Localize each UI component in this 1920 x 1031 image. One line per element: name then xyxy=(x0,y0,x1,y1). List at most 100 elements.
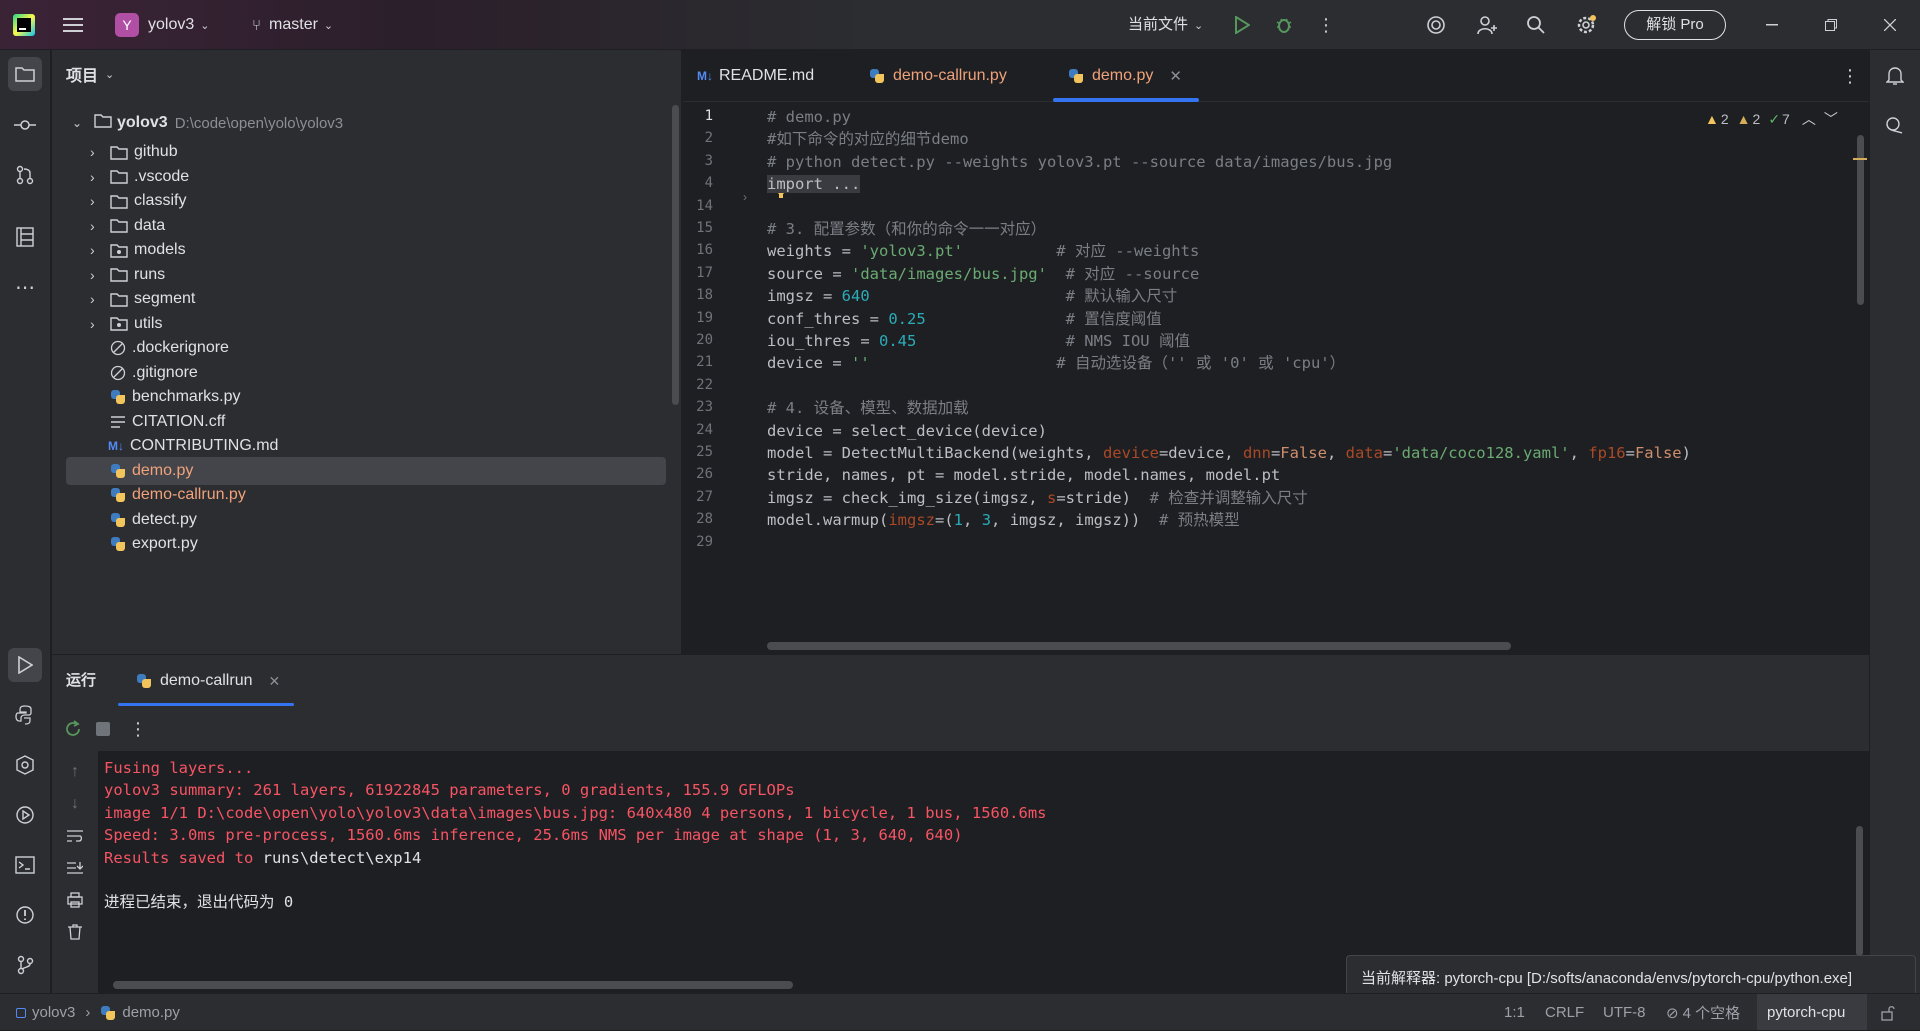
tree-root[interactable]: ⌄ yolov3 D:\code\open\yolo\yolov3 xyxy=(66,108,666,138)
inspection-widget[interactable]: ▲ 2 ▲ 2 ✓ 7 ︿ ﹀ xyxy=(1705,108,1838,130)
code-line: # python detect.py --weights yolov3.pt -… xyxy=(767,151,1392,173)
add-user-icon[interactable] xyxy=(1475,13,1499,37)
console-scrollbar-vertical[interactable] xyxy=(1856,826,1863,956)
arrow-down-icon[interactable]: ↓ xyxy=(64,793,86,815)
code-token: # NMS IOU 阈值 xyxy=(916,332,1190,350)
lock-icon: ⊘ xyxy=(1666,1004,1679,1022)
tab-readme[interactable]: M↓ README.md xyxy=(697,50,814,102)
tree-item-label: github xyxy=(134,143,178,160)
line-separator[interactable]: CRLF xyxy=(1545,994,1584,1031)
search-icon[interactable] xyxy=(1524,13,1548,37)
tree-item-label: .vscode xyxy=(134,167,190,185)
ai-chat-icon[interactable] xyxy=(1878,108,1912,142)
run-tool-icon[interactable] xyxy=(8,648,42,682)
run-config-label: 当前文件 xyxy=(1128,16,1189,33)
run-tab[interactable]: demo-callrun ✕ xyxy=(128,656,288,706)
code-token: dnn xyxy=(1242,444,1271,462)
tree-item[interactable]: export.py xyxy=(66,530,666,558)
project-panel-header[interactable]: 项目 ⌄ xyxy=(66,62,114,86)
branch-switcher[interactable]: ⑂ master ⌄ xyxy=(252,12,333,38)
tab-options-icon[interactable]: ⋮ xyxy=(1840,64,1860,88)
console-path-link[interactable]: runs\detect\exp14 xyxy=(263,849,422,867)
editor-scrollbar-horizontal[interactable] xyxy=(767,642,1511,650)
pull-requests-icon[interactable] xyxy=(8,158,42,192)
breadcrumb-file[interactable]: demo.py xyxy=(122,1004,180,1021)
soft-wrap-icon[interactable] xyxy=(64,825,86,847)
chevron-right-icon[interactable]: › xyxy=(90,193,102,209)
breadcrumb-project[interactable]: yolov3 xyxy=(32,1004,75,1021)
run-config-selector[interactable]: 当前文件 ⌄ xyxy=(1128,12,1203,38)
run-panel-title: 运行 xyxy=(66,672,97,689)
unlock-pro-button[interactable]: 解锁 Pro xyxy=(1624,10,1726,40)
arrow-up-icon[interactable]: ↑ xyxy=(64,761,86,783)
project-scrollbar[interactable] xyxy=(672,105,679,405)
chevron-right-icon[interactable]: › xyxy=(90,144,102,160)
close-tab-icon[interactable]: ✕ xyxy=(1169,67,1182,85)
notifications-bell-icon[interactable] xyxy=(1878,58,1912,92)
caret-position[interactable]: 1:1 xyxy=(1504,994,1525,1031)
chevron-right-icon[interactable]: › xyxy=(90,267,102,283)
editor-area: M↓ README.md demo-callrun.py demo.py ✕ ⋮… xyxy=(683,50,1869,654)
chevron-right-icon[interactable]: › xyxy=(90,169,102,185)
commit-icon[interactable] xyxy=(8,108,42,142)
chevron-right-icon[interactable]: › xyxy=(90,242,102,258)
editor-tabs: M↓ README.md demo-callrun.py demo.py ✕ ⋮ xyxy=(683,50,1869,102)
fold-arrow-icon[interactable]: › xyxy=(743,190,747,204)
git-icon[interactable] xyxy=(8,948,42,982)
code-view[interactable]: # demo.py #如下命令的对应的细节demo # python detect.… xyxy=(767,102,1867,654)
tree-item[interactable]: M↓ CONTRIBUTING.md xyxy=(66,432,666,460)
tab-demo-callrun[interactable]: demo-callrun.py xyxy=(869,50,1007,102)
code-token: False xyxy=(1634,444,1682,462)
scroll-to-end-icon[interactable] xyxy=(64,857,86,879)
terminal-icon[interactable] xyxy=(8,848,42,882)
services-icon[interactable] xyxy=(8,748,42,782)
line-number: 27 xyxy=(696,488,713,505)
project-folder-icon[interactable] xyxy=(8,57,42,91)
debug-icon[interactable] xyxy=(1272,13,1296,37)
project-switcher[interactable]: Y yolov3 ⌄ xyxy=(115,12,209,38)
services-run-icon[interactable] xyxy=(8,798,42,832)
tree-item-label: .gitignore xyxy=(132,363,198,381)
close-tab-icon[interactable]: ✕ xyxy=(268,673,280,690)
chevron-up-icon[interactable]: ︿ xyxy=(1802,109,1816,129)
chevron-right-icon[interactable]: › xyxy=(90,316,102,332)
console-scrollbar-horizontal[interactable] xyxy=(113,981,793,989)
rerun-icon[interactable] xyxy=(62,718,84,740)
app-logo-icon[interactable] xyxy=(12,13,36,37)
chevron-down-icon: ⌄ xyxy=(72,116,83,130)
structure-icon[interactable] xyxy=(8,220,42,254)
python-packages-icon[interactable] xyxy=(8,698,42,732)
more-options-icon[interactable]: ⋮ xyxy=(129,718,147,740)
code-line: # demo.py xyxy=(767,106,851,128)
readonly-toggle-icon[interactable] xyxy=(1880,994,1896,1031)
code-line: device = '' # 自动选设备（'' 或 '0' 或 'cpu'） xyxy=(767,352,1345,374)
code-token: # 检查并调整输入尺寸 xyxy=(1149,488,1308,507)
console-line: image 1/1 D:\code\open\yolo\yolov3\data\… xyxy=(104,803,1047,822)
interpreter-selector[interactable]: pytorch-cpu xyxy=(1757,994,1867,1030)
trash-icon[interactable] xyxy=(64,921,86,943)
code-token: , imgsz, imgsz)) xyxy=(991,511,1160,530)
print-icon[interactable] xyxy=(64,889,86,911)
more-tools-icon[interactable]: ⋯ xyxy=(8,270,42,304)
more-actions-icon[interactable]: ⋮ xyxy=(1316,13,1336,37)
chevron-right-icon[interactable]: › xyxy=(90,218,102,234)
line-number: 18 xyxy=(696,287,713,304)
problems-icon[interactable] xyxy=(8,898,42,932)
minimize-icon[interactable] xyxy=(1760,13,1784,37)
main-menu-icon[interactable] xyxy=(60,13,86,37)
chevron-right-icon[interactable]: › xyxy=(90,291,102,307)
chevron-down-icon[interactable]: ﹀ xyxy=(1824,109,1838,129)
text-file-icon xyxy=(110,415,126,429)
file-encoding[interactable]: UTF-8 xyxy=(1603,994,1646,1031)
folder-icon xyxy=(110,316,128,331)
close-window-icon[interactable] xyxy=(1878,13,1902,37)
run-icon[interactable] xyxy=(1230,13,1254,37)
ai-assistant-icon[interactable] xyxy=(1424,13,1448,37)
tab-demo[interactable]: demo.py ✕ xyxy=(1068,50,1182,102)
stop-icon[interactable] xyxy=(92,718,114,740)
settings-gear-icon[interactable] xyxy=(1574,13,1598,37)
restore-icon[interactable] xyxy=(1819,13,1843,37)
console-line: 进程已结束，退出代码为 0 xyxy=(104,893,294,912)
indent-setting[interactable]: ⊘ 4 个空格 xyxy=(1666,994,1740,1031)
editor-scrollbar-vertical[interactable] xyxy=(1857,135,1864,305)
